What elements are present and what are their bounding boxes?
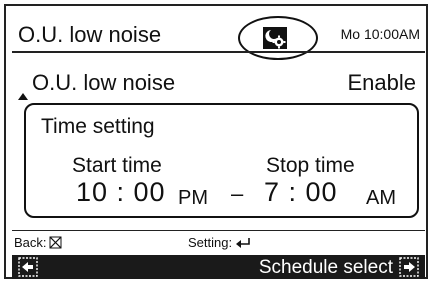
- time-setting-panel: Time setting Start time Stop time 10 : 0…: [24, 103, 419, 218]
- setting-hint-label: Setting:: [188, 235, 233, 250]
- screen-title: O.U. low noise: [18, 22, 162, 47]
- function-bar: Schedule select: [12, 255, 425, 279]
- back-hint-label: Back:: [14, 235, 47, 250]
- controller-screen: O.U. low noise Mo 10:00AM O.U. low noise…: [4, 4, 428, 279]
- stop-time-ampm[interactable]: AM: [366, 187, 396, 210]
- stop-time-value[interactable]: 7 : 00: [264, 177, 338, 208]
- enter-arrow-icon: [236, 237, 250, 248]
- start-time-value[interactable]: 10 : 00: [76, 177, 166, 208]
- clock-display: Mo 10:00AM: [340, 26, 420, 42]
- start-time-ampm[interactable]: PM: [178, 187, 208, 210]
- back-hint: Back:: [14, 235, 62, 250]
- time-range-separator: –: [231, 181, 244, 206]
- start-time-label: Start time: [72, 154, 162, 177]
- night-mode-gear-icon: [263, 27, 287, 49]
- schedule-select-button-icon[interactable]: [399, 257, 419, 277]
- header-divider: [12, 51, 425, 53]
- setting-label[interactable]: O.U. low noise: [32, 70, 175, 96]
- stop-time-label: Stop time: [266, 154, 355, 177]
- time-setting-title: Time setting: [41, 115, 155, 138]
- setting-hint: Setting:: [188, 235, 251, 250]
- cancel-x-icon: [49, 236, 62, 249]
- setting-value[interactable]: Enable: [347, 70, 416, 96]
- return-button-icon[interactable]: [18, 257, 38, 277]
- footer-divider: [12, 230, 425, 231]
- schedule-select-label[interactable]: Schedule select: [259, 257, 393, 279]
- status-badge: [238, 16, 318, 60]
- cursor-caret-icon: [18, 93, 28, 100]
